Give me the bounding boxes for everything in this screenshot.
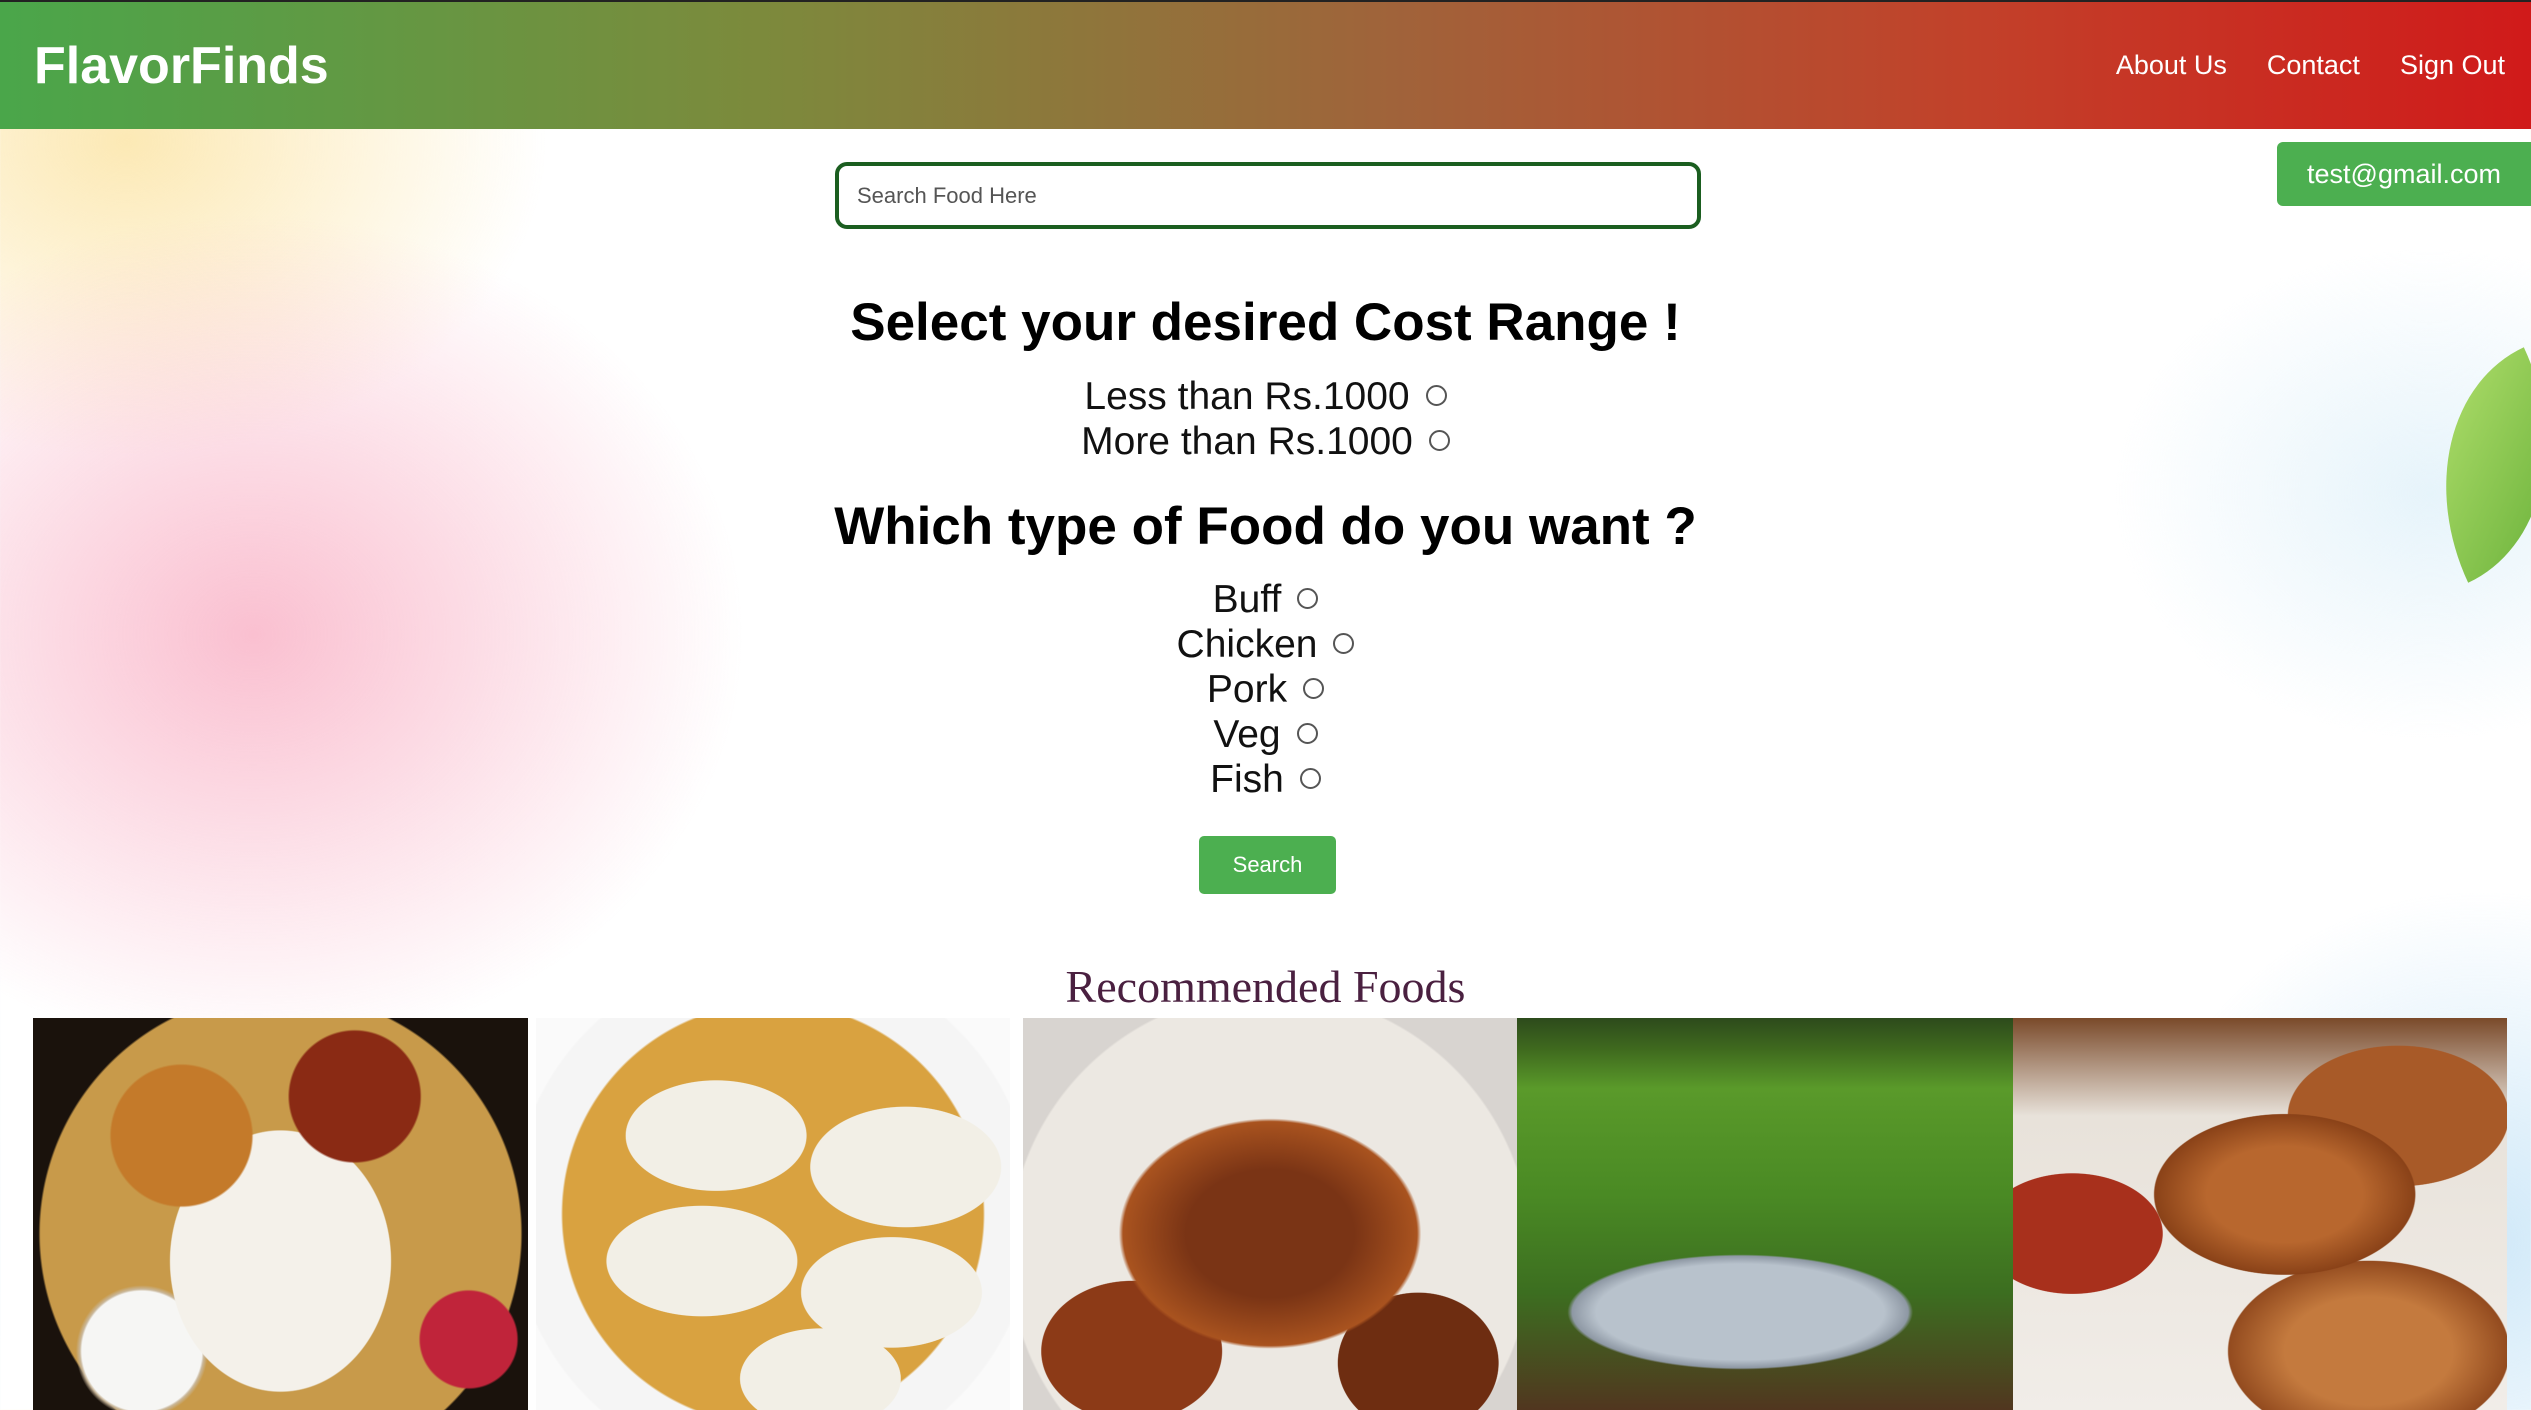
food-type-label: Pork	[1206, 668, 1288, 711]
cost-range-options: Less than Rs.1000 More than Rs.1000	[0, 374, 2531, 464]
user-email-badge[interactable]: test@gmail.com	[2277, 142, 2531, 206]
radio-button-icon[interactable]	[1299, 768, 1321, 790]
nav-contact-link[interactable]: Contact	[2267, 50, 2360, 81]
radio-button-icon[interactable]	[1428, 430, 1450, 452]
food-type-option-row: Fish	[0, 757, 2531, 802]
food-search-input[interactable]	[835, 162, 1701, 229]
food-image-foil-fish[interactable]	[1517, 1018, 2013, 1410]
brand-logo[interactable]: FlavorFinds	[34, 36, 329, 96]
nav-about-us-link[interactable]: About Us	[2116, 50, 2227, 81]
food-type-label: Buff	[1212, 578, 1282, 621]
food-type-option-row: Buff	[0, 577, 2531, 622]
cost-option-label: Less than Rs.1000	[1084, 375, 1410, 418]
food-type-option-row: Chicken	[0, 622, 2531, 667]
food-image-roast-chicken[interactable]	[1023, 1018, 1517, 1410]
food-image-momo-soup[interactable]	[536, 1018, 1010, 1410]
radio-button-icon[interactable]	[1303, 678, 1325, 700]
food-type-option-row: Pork	[0, 667, 2531, 712]
cost-range-section: Select your desired Cost Range !	[0, 292, 2531, 353]
radio-button-icon[interactable]	[1296, 723, 1318, 745]
recommended-foods-title: Recommended Foods	[1065, 961, 1466, 1012]
radio-button-icon[interactable]	[1333, 633, 1355, 655]
food-type-heading: Which type of Food do you want ?	[834, 497, 1697, 556]
food-type-label: Fish	[1210, 758, 1284, 801]
cost-option-label: More than Rs.1000	[1081, 420, 1413, 463]
food-type-options: Buff Chicken Pork Veg Fish	[0, 577, 2531, 802]
search-button[interactable]: Search	[1199, 836, 1336, 894]
nav-sign-out-link[interactable]: Sign Out	[2400, 50, 2505, 81]
food-type-label: Chicken	[1176, 623, 1318, 666]
food-type-option-row: Veg	[0, 712, 2531, 757]
cost-option-row: Less than Rs.1000	[0, 374, 2531, 419]
food-type-label: Veg	[1213, 713, 1281, 756]
cost-option-row: More than Rs.1000	[0, 419, 2531, 464]
food-type-section: Which type of Food do you want ?	[0, 496, 2531, 557]
cost-range-heading: Select your desired Cost Range !	[850, 293, 1681, 352]
radio-button-icon[interactable]	[1425, 385, 1447, 407]
radio-button-icon[interactable]	[1297, 588, 1319, 610]
nav-links: About Us Contact Sign Out	[2116, 50, 2505, 81]
food-image-fried-snack[interactable]	[2013, 1018, 2507, 1410]
food-image-thali[interactable]	[33, 1018, 528, 1410]
top-navbar: FlavorFinds About Us Contact Sign Out	[0, 0, 2531, 129]
